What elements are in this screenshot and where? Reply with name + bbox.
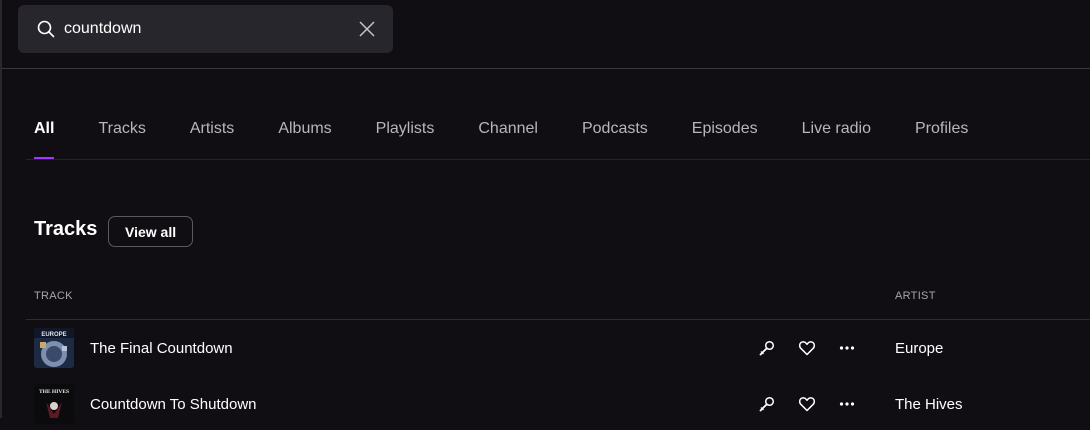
table-row[interactable]: EUROPE The Final Countdown Europe — [26, 322, 1090, 374]
more-icon[interactable] — [835, 336, 859, 360]
view-all-button[interactable]: View all — [108, 216, 194, 247]
tabs-divider — [26, 159, 1090, 160]
tab-profiles[interactable]: Profiles — [915, 118, 968, 160]
left-panel-border — [0, 0, 2, 418]
search-input[interactable] — [64, 20, 355, 38]
more-icon[interactable] — [835, 392, 859, 416]
section-title: Tracks — [34, 218, 98, 240]
tab-artists[interactable]: Artists — [190, 118, 234, 160]
microphone-icon[interactable] — [755, 392, 779, 416]
tab-episodes[interactable]: Episodes — [692, 118, 758, 160]
tab-live-radio[interactable]: Live radio — [802, 118, 871, 160]
tab-tracks[interactable]: Tracks — [98, 118, 145, 160]
track-artist[interactable]: The Hives — [895, 396, 963, 413]
album-cover-text: EUROPE — [41, 332, 66, 338]
tab-channel[interactable]: Channel — [478, 118, 538, 160]
tab-all[interactable]: All — [34, 118, 55, 160]
search-bar[interactable] — [18, 5, 393, 53]
header-divider — [2, 68, 1090, 69]
heart-icon[interactable] — [795, 392, 819, 416]
tab-albums[interactable]: Albums — [278, 118, 331, 160]
tab-podcasts[interactable]: Podcasts — [582, 118, 648, 160]
search-tabs: All Tracks Artists Albums Playlists Chan… — [34, 118, 1012, 160]
track-title[interactable]: The Final Countdown — [90, 340, 233, 357]
table-divider — [26, 319, 1090, 320]
album-cover[interactable]: EUROPE — [34, 328, 74, 368]
table-row[interactable]: THE HIVES Countdown To Shutdown The Hive… — [26, 378, 1090, 430]
column-header-track[interactable]: TRACK — [34, 290, 73, 302]
tab-playlists[interactable]: Playlists — [376, 118, 435, 160]
microphone-icon[interactable] — [755, 336, 779, 360]
album-cover[interactable]: THE HIVES — [34, 384, 74, 424]
track-title[interactable]: Countdown To Shutdown — [90, 396, 257, 413]
heart-icon[interactable] — [795, 336, 819, 360]
clear-search-icon[interactable] — [355, 17, 379, 41]
column-header-artist[interactable]: ARTIST — [895, 290, 936, 302]
album-cover-text: THE HIVES — [39, 389, 69, 395]
search-icon — [36, 19, 56, 39]
track-artist[interactable]: Europe — [895, 340, 943, 357]
